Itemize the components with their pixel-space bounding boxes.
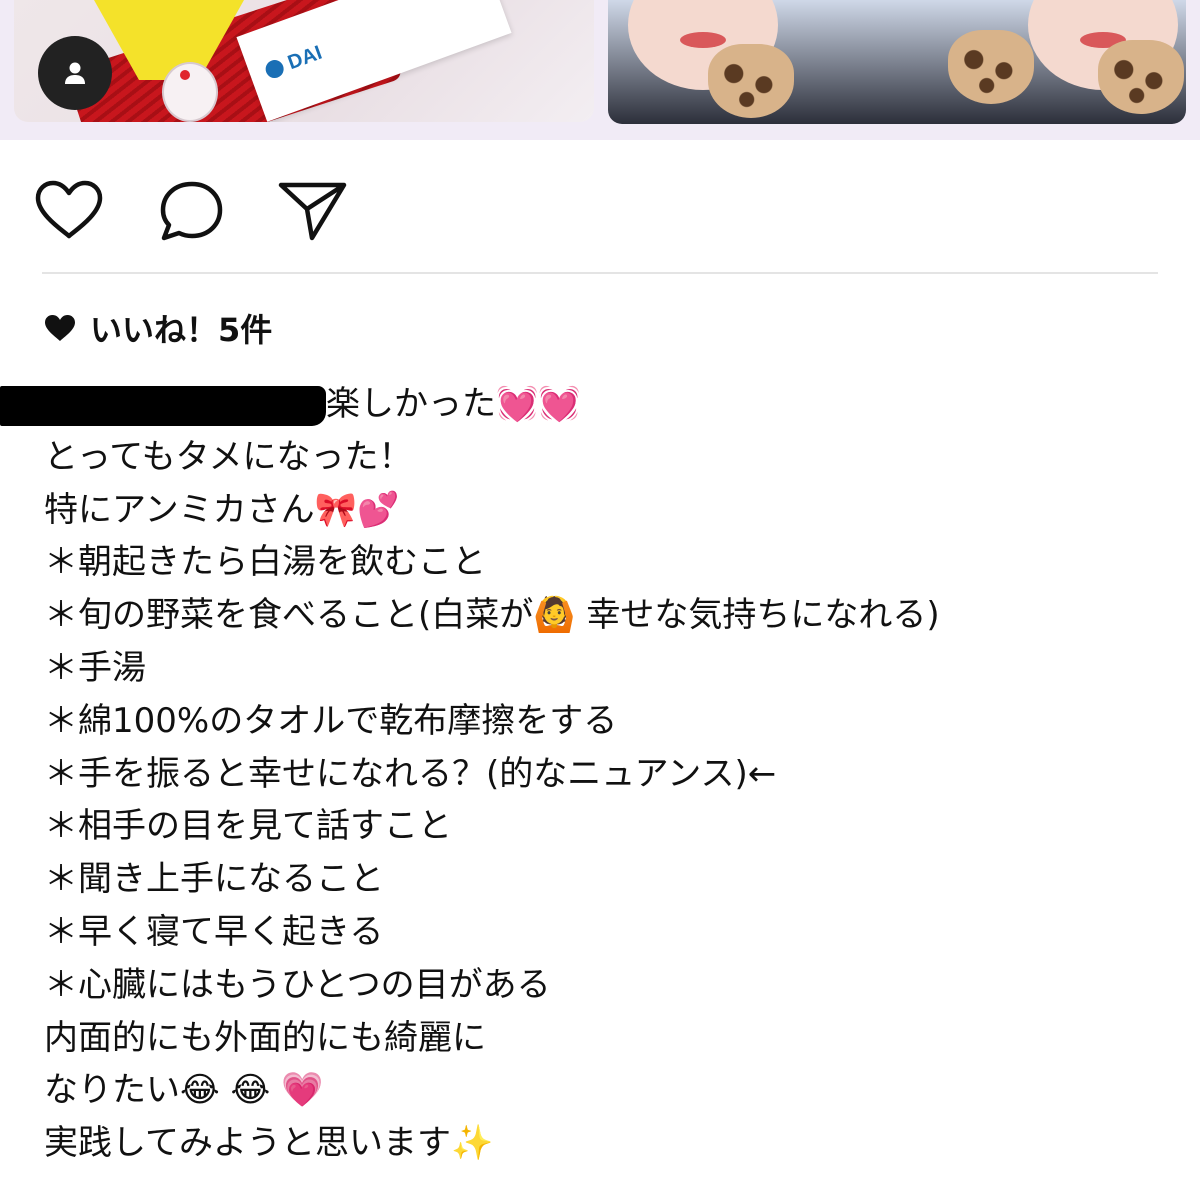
heart-filled-icon [45,315,75,341]
comment-bubble-icon[interactable] [156,178,228,244]
caption-line: ＊手を振ると幸せになれる？(的なニュアンス)← [44,753,777,794]
caption-line: 内面的にも外面的にも綺麗に [44,1017,486,1058]
likes-count[interactable]: いいね！5件 [44,306,272,350]
nail-art [162,62,218,122]
caption-line: とってもタメになった！ [44,436,413,477]
paw-mitten [1098,40,1184,114]
likes-text: いいね！5件 [90,311,273,349]
product-logo: DAI [284,41,325,75]
photo-strip: DAI [0,0,1200,140]
tagged-people-button[interactable] [38,36,112,110]
caption-line: ＊聞き上手になること [44,859,384,900]
caption-line: ＊手湯 [44,647,146,688]
caption-line: ＊相手の目を見て話すこと [44,806,452,847]
post-photo-right[interactable] [608,0,1186,124]
paw-mitten [948,30,1034,104]
redacted-username[interactable] [0,385,326,426]
caption-line: 特にアンミカさん🎀💕 [44,489,400,530]
caption-line: 楽しかった💓💓 [0,378,1164,431]
caption-line: なりたい😂 😂 💗 [44,1070,324,1111]
caption-text: 楽しかった💓💓 [326,384,581,424]
caption-line: ＊心臓にはもうひとつの目がある [44,964,551,1005]
heart-outline-icon[interactable] [32,178,106,242]
logo-dot [263,57,287,81]
caption-line: ＊旬の野菜を食べること(白菜が🙆 幸せな気持ちになれる) [44,595,940,636]
paper-plane-icon[interactable] [276,178,350,244]
person-icon [65,62,85,84]
caption-line: ＊綿100%のタオルで乾布摩擦をする [44,700,618,741]
caption-line: ＊早く寝て早く起きる [44,911,384,952]
caption-line: ＊朝起きたら白湯を飲むこと [44,542,486,583]
caption-line: 実践してみようと思います✨ [44,1123,494,1164]
divider [42,272,1158,274]
caption: 楽しかった💓💓 とってもタメになった！ 特にアンミカさん🎀💕 ＊朝起きたら白湯を… [0,378,1164,1170]
paw-mitten [708,44,794,118]
